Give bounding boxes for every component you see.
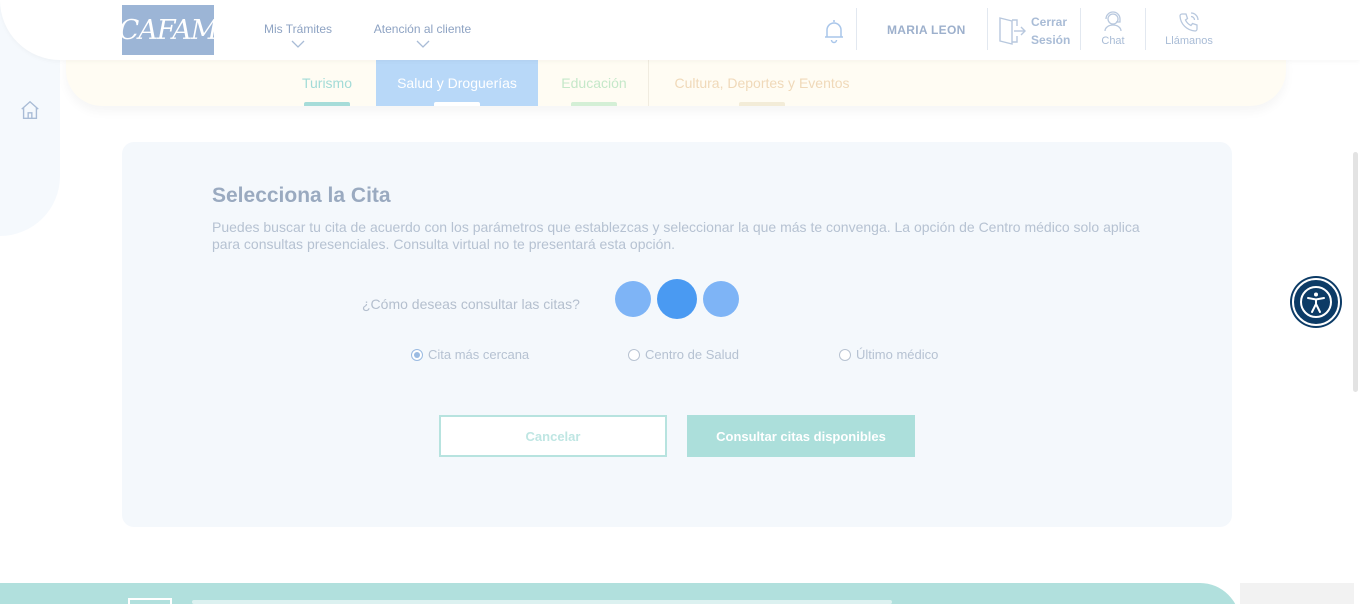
chevron-down-icon [291,40,305,48]
tab-salud-droguerias-label: Salud y Droguerías [397,75,517,91]
logout-button[interactable]: Cerrar Sesión [1031,13,1070,49]
accessibility-button[interactable] [1292,278,1340,326]
top-header: CAFAM Mis Trámites Atención al cliente M… [0,0,1360,60]
radio-button[interactable] [839,348,851,361]
tab-indicator [304,102,350,106]
category-tabs: Turismo Salud y Droguerías Educación Cul… [66,52,1286,106]
logout-label-line1: Cerrar [1031,15,1068,29]
tab-educacion-label: Educación [561,75,627,91]
loading-dot [657,279,697,319]
page-title: Selecciona la Cita [212,184,391,207]
logout-label-line2: Sesión [1031,33,1071,47]
footer-text-line [192,600,892,604]
tab-cultura-label: Cultura, Deportes y Eventos [674,75,850,91]
radio-label: Último médico [856,347,939,362]
scrollbar[interactable] [1353,152,1358,392]
loading-dot [703,281,739,317]
tab-indicator [434,102,480,106]
cafam-logo[interactable]: CAFAM [119,5,218,55]
nav-mis-tramites-label: Mis Trámites [263,22,332,36]
tab-educacion[interactable]: Educación [558,60,630,106]
radio-button[interactable] [411,348,423,361]
header-divider [1080,8,1081,50]
user-name[interactable]: MARIA LEON [887,23,966,37]
radio-label: Centro de Salud [645,347,739,362]
tab-divider [648,60,649,106]
page-description: Puedes buscar tu cita de acuerdo con los… [212,219,1140,252]
tab-cultura-deportes-eventos[interactable]: Cultura, Deportes y Eventos [668,60,856,106]
header-divider [987,8,988,50]
loading-dot [615,281,651,317]
nav-mis-tramites[interactable]: Mis Trámites [262,22,334,48]
footer-strip [1240,583,1354,604]
radio-label: Cita más cercana [428,347,530,362]
chat-label[interactable]: Chat [1101,35,1125,47]
tab-salud-droguerias[interactable]: Salud y Droguerías [376,60,538,106]
logo-text: CAFAM [118,14,219,46]
chat-icon[interactable] [1101,10,1125,34]
call-label[interactable]: Llámanos [1163,35,1215,47]
tab-turismo-label: Turismo [301,75,353,91]
home-icon[interactable] [19,99,41,121]
search-mode-question: ¿Cómo deseas consultar las citas? [362,296,580,312]
header-divider [856,8,857,50]
page: CAFAM Mis Trámites Atención al cliente M… [0,0,1360,604]
radio-centro-de-salud[interactable]: Centro de Salud [628,347,739,362]
accessibility-icon [1300,286,1332,318]
header-divider [1145,8,1146,50]
phone-icon[interactable] [1177,10,1201,34]
tab-indicator [571,102,617,106]
appointment-search-card: Selecciona la Cita Puedes buscar tu cita… [122,142,1232,527]
tab-turismo[interactable]: Turismo [296,60,358,106]
consult-appointments-button[interactable]: Consultar citas disponibles [687,415,915,457]
footer-icon-box [128,598,172,604]
tab-indicator [739,102,785,106]
radio-cita-mas-cercana[interactable]: Cita más cercana [411,347,529,362]
radio-ultimo-medico[interactable]: Último médico [839,347,938,362]
footer-banner [0,583,1240,604]
logout-icon[interactable] [998,16,1026,46]
bell-icon[interactable] [822,18,846,44]
nav-atencion-cliente-label: Atención al cliente [373,22,472,36]
radio-button[interactable] [628,348,640,361]
chevron-down-icon [416,40,429,48]
cancel-button[interactable]: Cancelar [439,415,667,457]
nav-atencion-cliente[interactable]: Atención al cliente [370,22,475,48]
